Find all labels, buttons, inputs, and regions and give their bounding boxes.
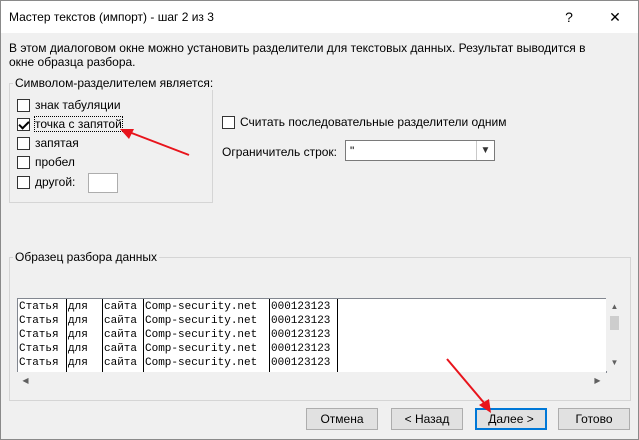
preview-cell: для — [68, 329, 88, 341]
semicolon-delimiter-option[interactable]: точка с запятой — [17, 116, 123, 132]
preview-cell: 000123123 — [271, 301, 331, 313]
back-button[interactable]: < Назад — [391, 408, 463, 430]
scroll-left-icon[interactable]: ◀ — [17, 372, 34, 389]
space-checkbox[interactable] — [17, 155, 30, 169]
preview-cell: сайта — [104, 357, 138, 369]
scroll-up-icon[interactable]: ▲ — [606, 298, 623, 315]
preview-cell: для — [68, 301, 88, 313]
preview-cell: Статья — [19, 329, 59, 341]
other-delimiter-option[interactable]: другой: — [17, 174, 75, 190]
other-delimiter-input[interactable] — [88, 173, 118, 193]
tab-delimiter-option[interactable]: знак табуляции — [17, 97, 121, 113]
preview-cell: Comp-security.net — [145, 343, 258, 355]
column-separator — [337, 299, 338, 372]
preview-cell: 000123123 — [271, 329, 331, 341]
consecutive-delimiters-option[interactable]: Считать последовательные разделители одн… — [222, 114, 507, 130]
preview-group-label: Образец разбора данных — [13, 250, 160, 264]
column-separator — [143, 299, 144, 372]
preview-cell: Comp-security.net — [145, 315, 258, 327]
text-import-wizard-dialog: Мастер текстов (импорт) - шаг 2 из 3 ? ✕… — [0, 0, 639, 440]
qualifier-label: Ограничитель строк: — [222, 145, 337, 159]
preview-cell: 000123123 — [271, 357, 331, 369]
vertical-scroll-thumb[interactable] — [610, 316, 619, 330]
finish-button[interactable]: Готово — [558, 408, 630, 430]
tab-checkbox[interactable] — [17, 98, 30, 112]
other-checkbox[interactable] — [17, 175, 30, 189]
tab-label: знак табуляции — [35, 98, 121, 112]
data-preview-table[interactable]: Статья для сайта Comp-security.net 00012… — [17, 298, 607, 373]
comma-label: запятая — [35, 136, 79, 150]
preview-cell: Статья — [19, 315, 59, 327]
preview-cell: Статья — [19, 301, 59, 313]
qualifier-value: " — [350, 144, 355, 158]
preview-cell: Статья — [19, 343, 59, 355]
column-separator — [102, 299, 103, 372]
preview-cell: сайта — [104, 315, 138, 327]
window-title: Мастер текстов (импорт) - шаг 2 из 3 — [9, 10, 214, 24]
scroll-down-icon[interactable]: ▼ — [606, 354, 623, 371]
preview-cell: Comp-security.net — [145, 301, 258, 313]
scroll-right-icon[interactable]: ▶ — [589, 372, 606, 389]
preview-cell: сайта — [104, 343, 138, 355]
column-separator — [66, 299, 67, 372]
space-label: пробел — [35, 155, 75, 169]
semicolon-label: точка с запятой — [34, 116, 123, 132]
column-separator — [269, 299, 270, 372]
preview-cell: сайта — [104, 301, 138, 313]
preview-cell: Comp-security.net — [145, 357, 258, 369]
preview-cell: 000123123 — [271, 343, 331, 355]
consecutive-checkbox[interactable] — [222, 115, 235, 129]
help-button[interactable]: ? — [546, 1, 592, 33]
preview-cell: для — [68, 357, 88, 369]
intro-text: В этом диалоговом окне можно установить … — [9, 41, 586, 69]
close-button[interactable]: ✕ — [592, 1, 638, 33]
preview-cell: для — [68, 343, 88, 355]
text-qualifier-select[interactable]: " ▼ — [345, 140, 495, 161]
next-button[interactable]: Далее > — [475, 408, 547, 430]
preview-cell: Статья — [19, 357, 59, 369]
chevron-down-icon[interactable]: ▼ — [476, 141, 494, 160]
preview-horizontal-scrollbar[interactable]: ◀ ▶ — [17, 372, 606, 389]
preview-vertical-scrollbar[interactable]: ▲ ▼ — [606, 298, 623, 371]
preview-cell: 000123123 — [271, 315, 331, 327]
space-delimiter-option[interactable]: пробел — [17, 154, 75, 170]
preview-cell: Comp-security.net — [145, 329, 258, 341]
title-bar: Мастер текстов (импорт) - шаг 2 из 3 ? ✕ — [1, 1, 638, 33]
consecutive-label: Считать последовательные разделители одн… — [240, 115, 507, 129]
cancel-button[interactable]: Отмена — [306, 408, 378, 430]
delimiters-group-label: Символом-разделителем является: — [13, 76, 216, 90]
comma-checkbox[interactable] — [17, 136, 30, 150]
preview-cell: для — [68, 315, 88, 327]
semicolon-checkbox[interactable] — [17, 117, 30, 131]
other-label: другой: — [35, 175, 76, 189]
comma-delimiter-option[interactable]: запятая — [17, 135, 79, 151]
preview-cell: сайта — [104, 329, 138, 341]
